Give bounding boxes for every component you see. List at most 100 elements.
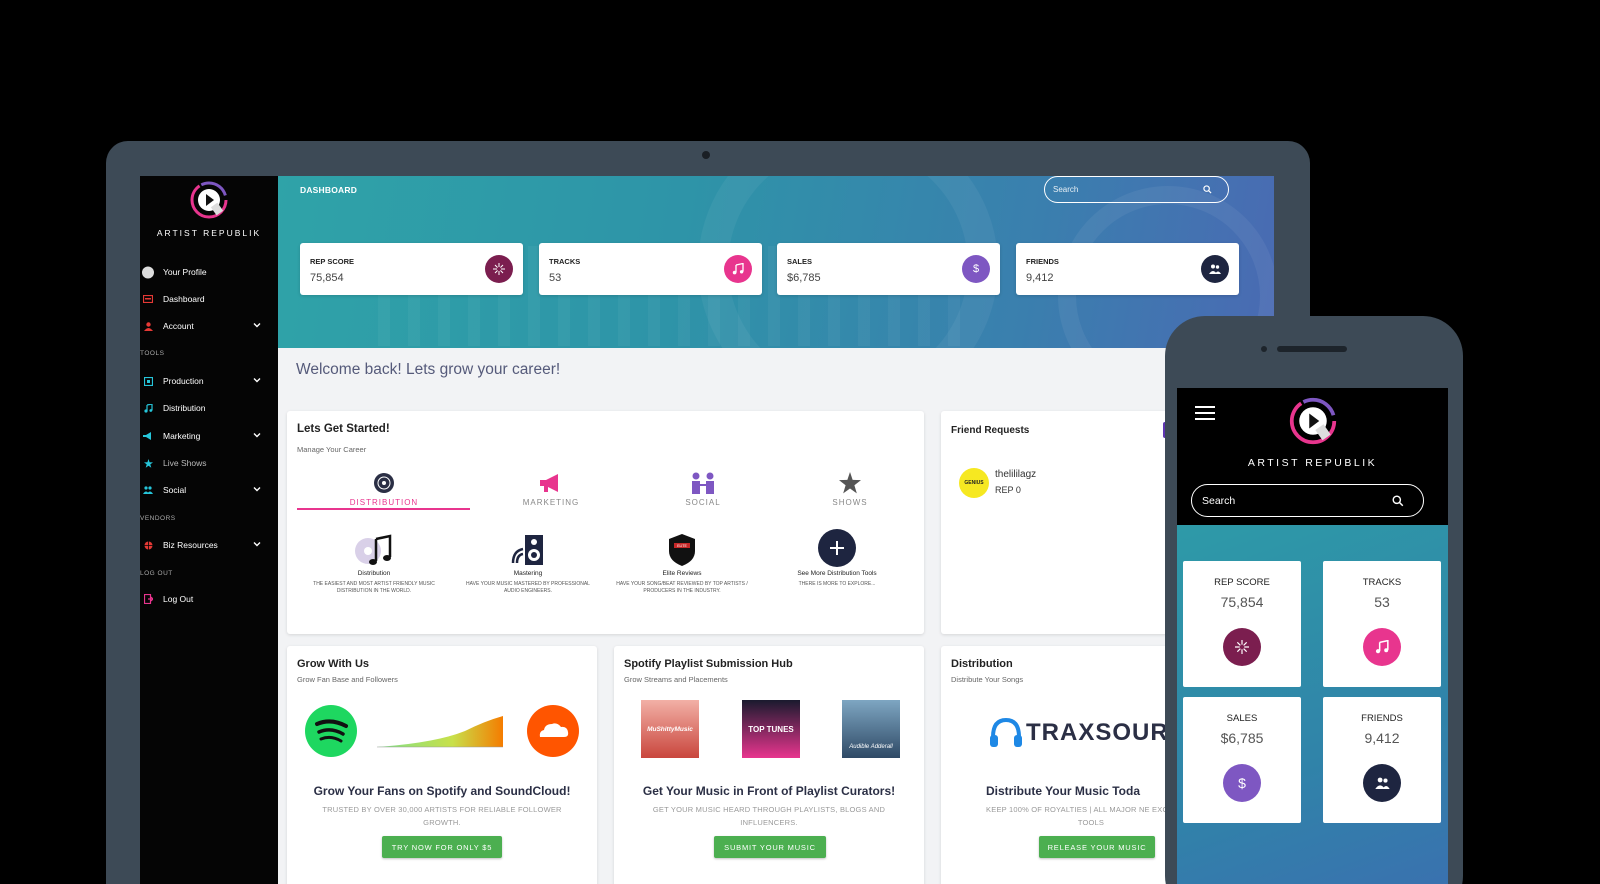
sidebar-item-production[interactable]: Production: [140, 371, 278, 391]
brand-logo[interactable]: ARTIST REPUBLIK: [1177, 396, 1448, 469]
try-now-button[interactable]: TRY NOW FOR ONLY $5: [382, 836, 502, 858]
account-icon: [142, 321, 154, 331]
sidebar-item-account[interactable]: Account: [140, 316, 278, 336]
hamburger-menu-icon[interactable]: [1195, 406, 1215, 420]
logo-icon: [1289, 397, 1336, 445]
release-music-button[interactable]: RELEASE YOUR MUSIC: [1039, 836, 1155, 858]
tool-name: See More Distribution Tools: [797, 570, 877, 577]
tool-mastering[interactable]: Mastering HAVE YOUR MUSIC MASTERED BY PR…: [453, 531, 603, 595]
sidebar-item-log-out[interactable]: Log Out: [140, 589, 278, 609]
stat-card-tracks[interactable]: TRACKS 53: [539, 243, 762, 295]
phone-camera: [1261, 346, 1267, 352]
career-tabs: DISTRIBUTION MARKETING SOCIAL SHOWS: [297, 471, 907, 511]
tool-more[interactable]: See More Distribution Tools THERE IS MOR…: [762, 529, 912, 588]
stat-value: 53: [549, 272, 562, 284]
laptop-frame: ARTIST REPUBLIK Your Profile Dashboard A…: [106, 141, 1310, 884]
friend-name: thelililagz: [995, 469, 1037, 480]
people-icon: [628, 471, 778, 495]
star-icon: [775, 471, 924, 495]
tab-distribution[interactable]: DISTRIBUTION: [309, 471, 459, 507]
tool-name: Mastering: [513, 570, 543, 577]
card-title: Distribution: [951, 658, 1013, 670]
stat-card-rep-score[interactable]: REP SCORE 75,854: [1183, 561, 1301, 687]
stat-label: FRIENDS: [1361, 713, 1403, 724]
sidebar-item-label: Distribution: [163, 403, 206, 413]
playlist-cover[interactable]: Audible Adderall: [842, 700, 900, 758]
tool-elite-reviews[interactable]: ELITE Elite Reviews HAVE YOUR SONG/BEAT …: [607, 531, 757, 595]
tool-name: Distribution: [357, 570, 391, 577]
search-input[interactable]: [1202, 494, 1392, 507]
plus-icon[interactable]: [762, 529, 912, 567]
avatar: [142, 266, 154, 278]
brand-name: ARTIST REPUBLIK: [1247, 457, 1378, 469]
dollar-icon: $: [962, 255, 990, 283]
stat-label: TRACKS: [1362, 577, 1402, 588]
stat-card-friends[interactable]: FRIENDS 9,412: [1323, 697, 1441, 823]
tab-shows[interactable]: SHOWS: [775, 471, 924, 507]
search-input[interactable]: [1053, 185, 1203, 194]
card-subtitle: Manage Your Career: [297, 445, 367, 454]
tool-description: HAVE YOUR MUSIC MASTERED BY PROFESSIONAL…: [466, 581, 590, 594]
sidebar-item-biz-resources[interactable]: Biz Resources: [140, 535, 278, 555]
chevron-down-icon[interactable]: [252, 320, 262, 330]
phone-dashboard: REP SCORE 75,854 TRACKS 53 SALES $6,785 …: [1177, 525, 1448, 884]
search-icon[interactable]: [1392, 494, 1404, 507]
sidebar-item-distribution[interactable]: Distribution: [140, 398, 278, 418]
card-subtitle: Distribute Your Songs: [951, 675, 1024, 684]
brand-logo[interactable]: ARTIST REPUBLIK: [140, 180, 278, 238]
sidebar-item-dashboard[interactable]: Dashboard: [140, 289, 278, 309]
logo-icon: [190, 181, 228, 219]
tab-label: SOCIAL: [685, 498, 721, 507]
sidebar-item-live-shows[interactable]: Live Shows: [140, 453, 278, 473]
stat-label: REP SCORE: [310, 257, 355, 266]
music-note-icon: [724, 255, 752, 283]
stat-card-sales[interactable]: SALES $6,785 $: [777, 243, 1000, 295]
cover-title: MuShittyMusic: [647, 725, 693, 733]
music-note-icon: [142, 403, 154, 413]
friend-request-item[interactable]: GENIUS thelililagz REP 0: [959, 466, 1159, 502]
promo-headline: Get Your Music in Front of Playlist Cura…: [642, 784, 896, 798]
spotify-icon: [305, 705, 357, 757]
tab-marketing[interactable]: MARKETING: [476, 471, 626, 507]
playlist-cover[interactable]: TOP TUNES: [742, 700, 800, 758]
search-bar[interactable]: [1191, 484, 1424, 517]
globe-icon: [142, 540, 154, 550]
chevron-down-icon[interactable]: [252, 375, 262, 385]
sidebar-item-marketing[interactable]: Marketing: [140, 426, 278, 446]
stat-value: 9,412: [1364, 730, 1400, 746]
sidebar-item-label: Dashboard: [163, 294, 205, 304]
vinyl-music-icon: [299, 531, 449, 567]
tool-distribution[interactable]: Distribution THE EASIEST AND MOST ARTIST…: [299, 531, 449, 595]
card-title: Friend Requests: [951, 425, 1030, 436]
stat-label: SALES: [1226, 713, 1258, 724]
stat-card-friends[interactable]: FRIENDS 9,412: [1016, 243, 1239, 295]
cover-title: TOP TUNES: [748, 724, 794, 734]
submit-music-button[interactable]: SUBMIT YOUR MUSIC: [714, 836, 826, 858]
nav-section-vendors: VENDORS: [140, 515, 176, 522]
growth-graph-icon: [377, 716, 503, 748]
vinyl-icon: [309, 471, 459, 495]
tool-description: HAVE YOUR SONG/BEAT REVIEWED BY TOP ARTI…: [616, 581, 748, 594]
tab-social[interactable]: SOCIAL: [628, 471, 778, 507]
promo-text: GET YOUR MUSIC HEARD THROUGH PLAYLISTS, …: [652, 805, 886, 827]
chevron-down-icon[interactable]: [252, 430, 262, 440]
search-icon[interactable]: [1203, 185, 1212, 194]
stat-card-tracks[interactable]: TRACKS 53: [1323, 561, 1441, 687]
cover-title: Audible Adderall: [849, 744, 893, 750]
friend-rep: REP 0: [995, 485, 1021, 495]
chevron-down-icon[interactable]: [252, 484, 262, 494]
card-title: Grow With Us: [297, 658, 370, 670]
chevron-down-icon[interactable]: [252, 539, 262, 549]
dashboard-icon: [142, 294, 154, 304]
stat-card-sales[interactable]: SALES $6,785 $: [1183, 697, 1301, 823]
logo-text: TRAXSOUR: [1026, 719, 1169, 746]
tool-description: THERE IS MORE TO EXPLORE...: [798, 581, 876, 587]
star-icon: [142, 458, 154, 468]
sparkle-icon: [1223, 628, 1261, 666]
playlist-cover[interactable]: MuShittyMusic: [641, 700, 699, 758]
sparkle-icon: [485, 255, 513, 283]
search-bar[interactable]: [1044, 176, 1229, 203]
stat-card-rep-score[interactable]: REP SCORE 75,854: [300, 243, 523, 295]
sidebar-item-social[interactable]: Social: [140, 480, 278, 500]
sidebar-item-your-profile[interactable]: Your Profile: [140, 262, 278, 282]
